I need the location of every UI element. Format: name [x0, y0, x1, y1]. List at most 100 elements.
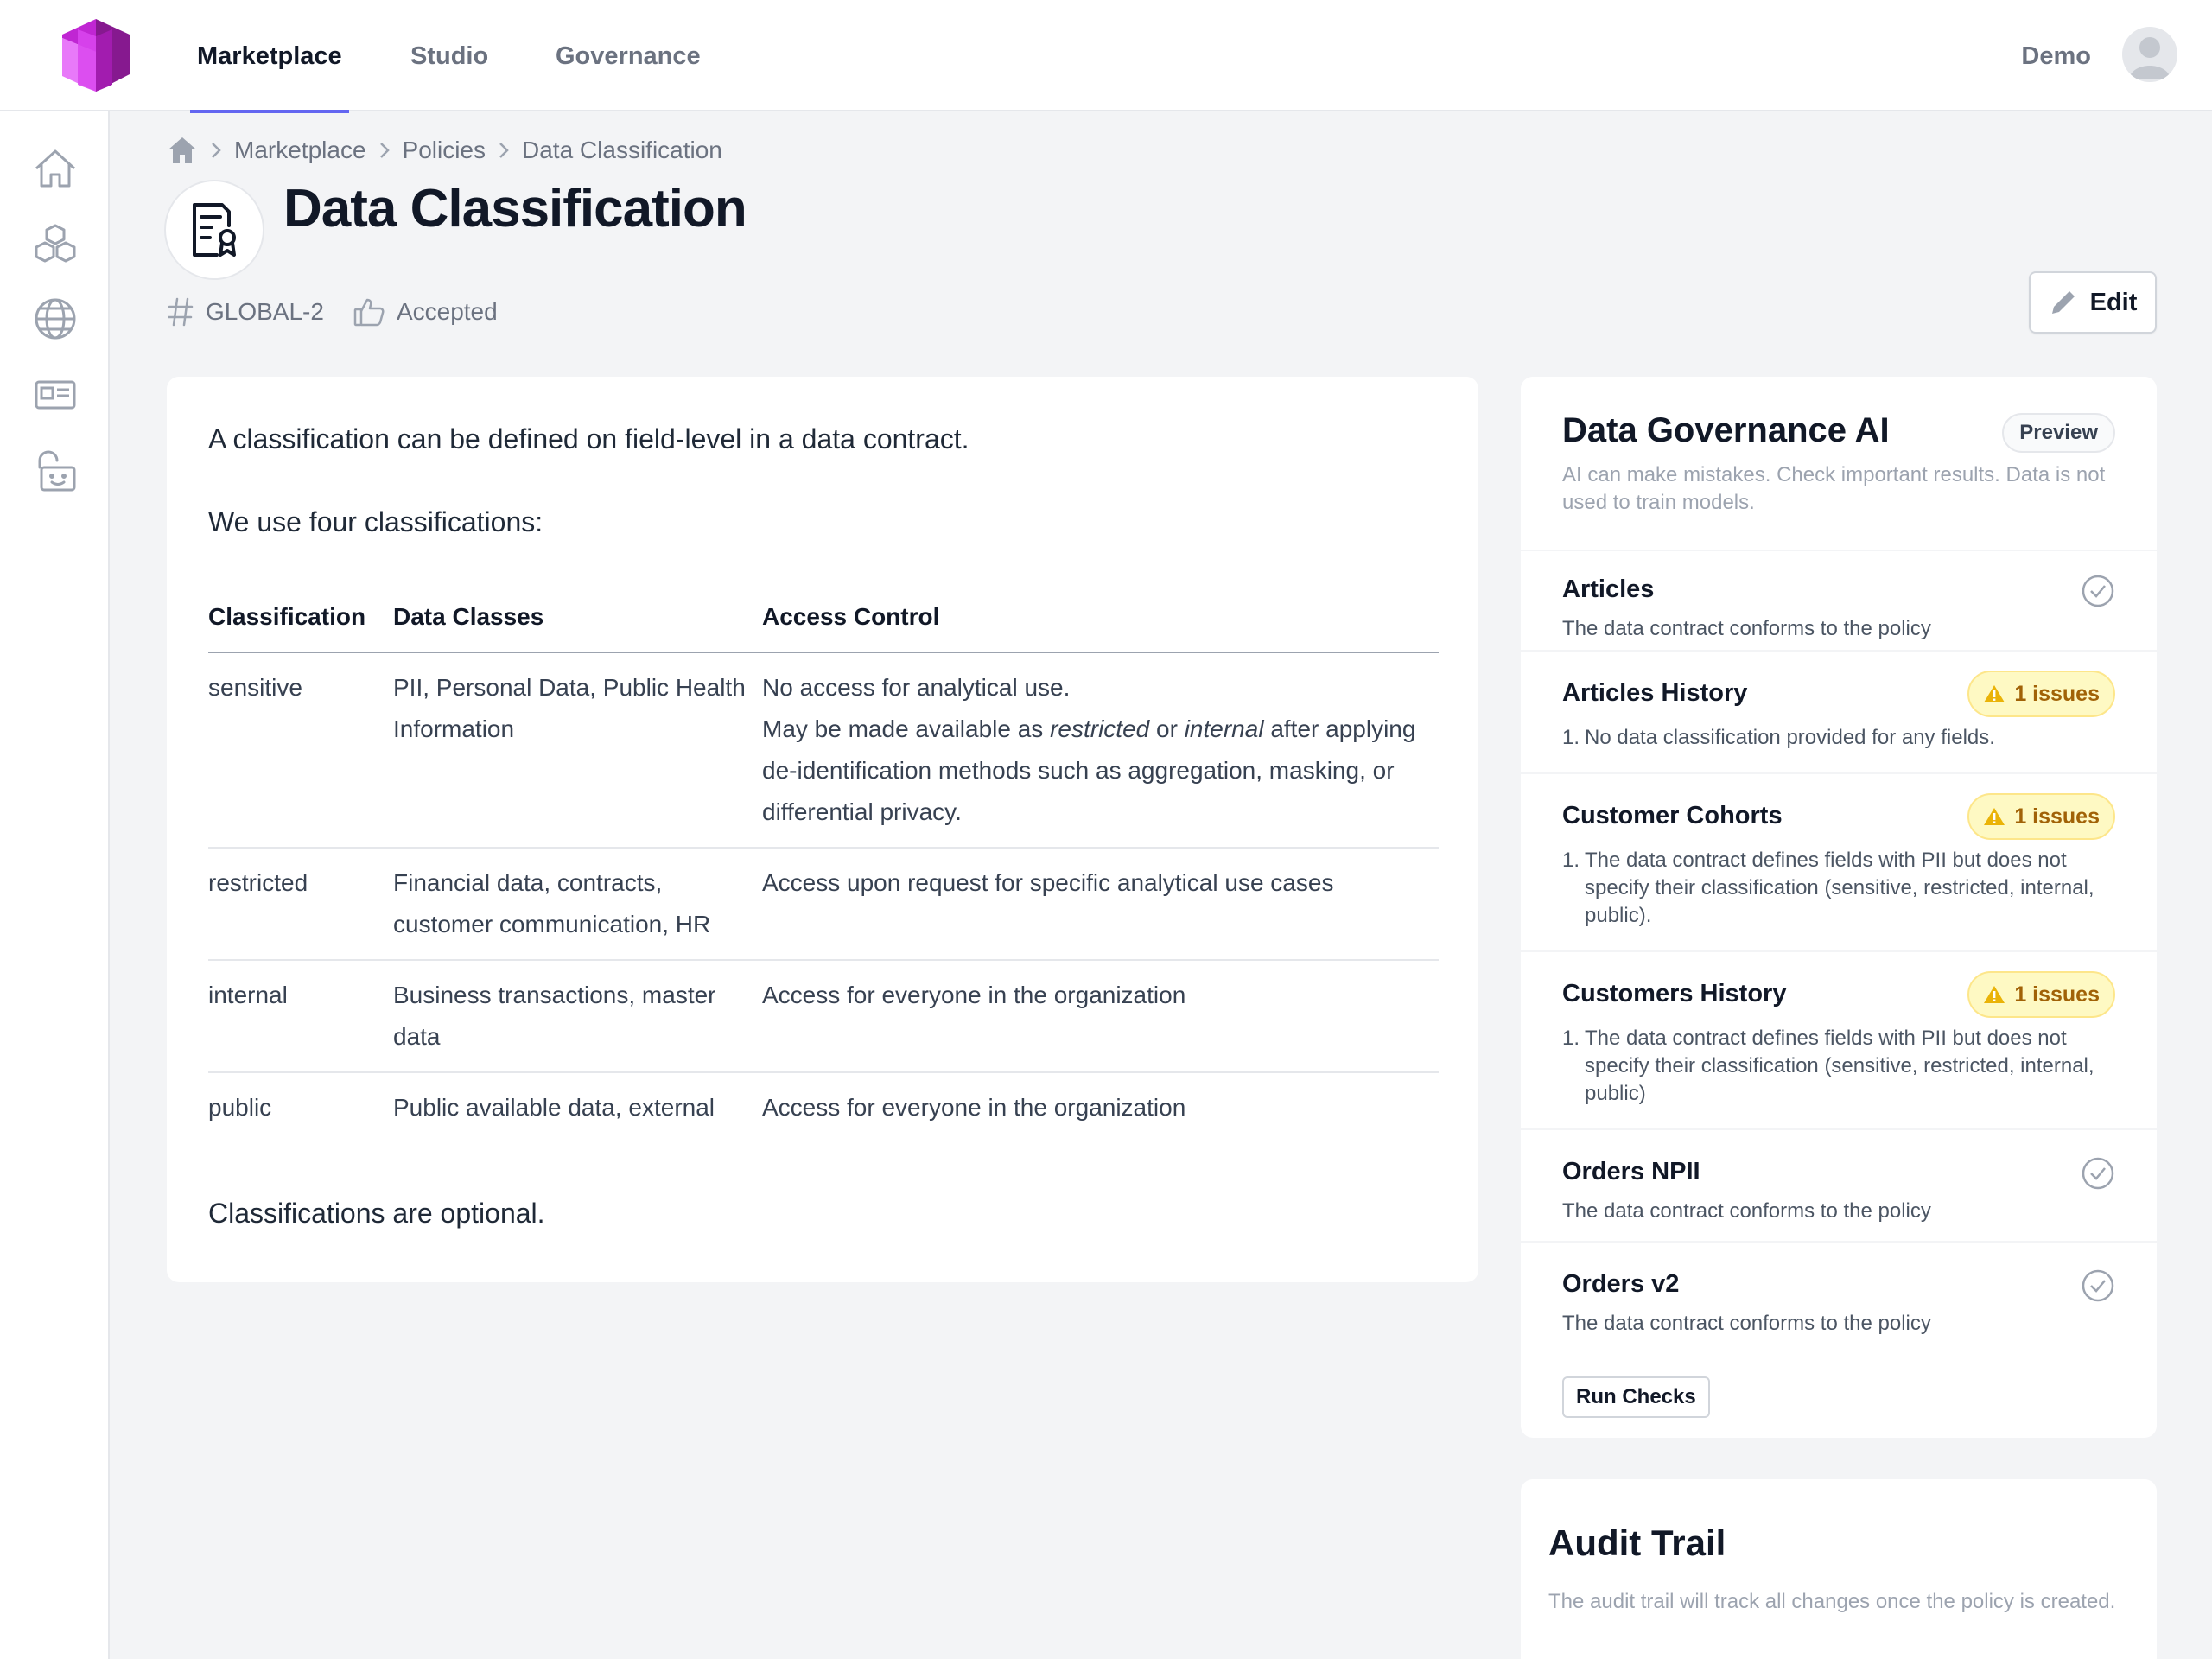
- home-icon[interactable]: [31, 144, 79, 193]
- cell-access-control: Access for everyone in the organization: [762, 982, 1186, 1008]
- tab-marketplace[interactable]: Marketplace: [190, 0, 349, 113]
- contract-name[interactable]: Articles: [1562, 575, 1654, 604]
- policy-footer-note: Classifications are optional.: [208, 1198, 545, 1229]
- contract-result: The data contract conforms to the policy: [1562, 1199, 1931, 1223]
- pencil-icon: [2051, 291, 2075, 314]
- contract-name[interactable]: Orders v2: [1562, 1270, 1679, 1299]
- issue-text: The data contract defines fields with PI…: [1585, 849, 2094, 927]
- issue-item: 1. No data classification provided for an…: [1562, 724, 2124, 752]
- breadcrumb: Marketplace Policies Data Classification: [167, 131, 722, 169]
- cell-access-control: Access for everyone in the organization: [762, 1094, 1186, 1121]
- issues-badge-label: 1 issues: [2014, 982, 2100, 1007]
- table-row: public Public available data, external A…: [208, 1073, 1439, 1142]
- edit-button-label: Edit: [2089, 288, 2138, 316]
- issues-badge: 1 issues: [1967, 671, 2115, 717]
- cell-access-control: Access upon request for specific analyti…: [762, 869, 1334, 896]
- policy-intro: A classification can be defined on field…: [208, 423, 969, 454]
- issue-text: The data contract defines fields with PI…: [1585, 1027, 2094, 1105]
- breadcrumb-marketplace[interactable]: Marketplace: [234, 137, 366, 164]
- tab-studio[interactable]: Studio: [410, 0, 488, 111]
- contract-name[interactable]: Customers History: [1562, 980, 1786, 1008]
- check-circle-icon: [2082, 1269, 2114, 1302]
- audit-trail-description: The audit trail will track all changes o…: [1548, 1590, 2116, 1613]
- globe-icon[interactable]: [31, 295, 79, 343]
- issues-badge-label: 1 issues: [2014, 681, 2100, 706]
- check-circle-icon: [2082, 1157, 2114, 1190]
- chevron-right-icon: [378, 141, 391, 160]
- table-header: Classification Data Classes Access Contr…: [208, 582, 1439, 653]
- header-data-classes: Data Classes: [393, 603, 544, 630]
- audit-trail-title: Audit Trail: [1548, 1522, 1726, 1563]
- user-name[interactable]: Demo: [2021, 0, 2091, 111]
- access-emphasis: restricted: [1050, 715, 1150, 742]
- table-row: sensitive PII, Personal Data, Public Hea…: [208, 653, 1439, 849]
- policy-lead: We use four classifications:: [208, 506, 543, 537]
- issue-item: 1. The data contract defines fields with …: [1562, 847, 2124, 930]
- chevron-right-icon: [210, 141, 222, 160]
- run-checks-button[interactable]: Run Checks: [1562, 1376, 1710, 1418]
- warning-icon: [1984, 685, 2005, 702]
- contract-check-item[interactable]: Orders NPII The data contract conforms t…: [1521, 1128, 2157, 1241]
- contract-name[interactable]: Articles History: [1562, 679, 1747, 708]
- home-icon[interactable]: [167, 136, 198, 165]
- sidebar: [0, 111, 110, 1659]
- cell-classification: sensitive: [208, 674, 302, 701]
- contract-result: The data contract conforms to the policy: [1562, 617, 1931, 640]
- check-circle-icon: [2082, 575, 2114, 607]
- access-text: May be made available as: [762, 715, 1044, 742]
- issues-badge: 1 issues: [1967, 971, 2115, 1018]
- top-navbar: Marketplace Studio Governance Demo: [0, 0, 2212, 113]
- thumbs-up-icon: [353, 298, 385, 327]
- page-title: Data Classification: [283, 179, 747, 238]
- contract-name[interactable]: Customer Cohorts: [1562, 802, 1783, 830]
- contract-check-item[interactable]: Customer Cohorts 1 issues 1. The data con…: [1521, 772, 2157, 950]
- cubes-icon[interactable]: [31, 220, 79, 269]
- audit-trail-card: Audit Trail The audit trail will track a…: [1521, 1479, 2157, 1659]
- access-line: May be made available as restricted or i…: [762, 709, 1439, 833]
- ai-disclaimer: AI can make mistakes. Check important re…: [1562, 463, 2106, 514]
- hash-icon: [168, 297, 194, 327]
- status-badge: Accepted: [396, 298, 498, 325]
- breadcrumb-current[interactable]: Data Classification: [522, 137, 722, 164]
- access-emphasis: internal: [1184, 715, 1264, 742]
- header-classification: Classification: [208, 603, 366, 630]
- table-row: restricted Financial data, contracts, cu…: [208, 849, 1439, 961]
- issue-text: No data classification provided for any …: [1585, 726, 1995, 749]
- access-line: No access for analytical use.: [762, 674, 1071, 701]
- access-text: or: [1156, 715, 1178, 742]
- app-logo[interactable]: [60, 17, 131, 93]
- cell-classification: public: [208, 1094, 272, 1121]
- cell-data-classes: Business transactions, master data: [393, 982, 716, 1050]
- cell-data-classes: PII, Personal Data, Public Health Inform…: [393, 674, 746, 742]
- cell-classification: restricted: [208, 869, 308, 896]
- issues-badge: 1 issues: [1967, 793, 2115, 840]
- policy-document-icon: [164, 180, 264, 280]
- table-row: internal Business transactions, master d…: [208, 961, 1439, 1073]
- cell-data-classes: Public available data, external: [393, 1094, 715, 1121]
- contract-check-item[interactable]: Articles History 1 issues 1. No data clas…: [1521, 650, 2157, 772]
- cell-classification: internal: [208, 982, 288, 1008]
- chevron-right-icon: [498, 141, 510, 160]
- policy-description-card: A classification can be defined on field…: [167, 377, 1478, 1282]
- policy-meta: GLOBAL-2 Accepted: [168, 297, 527, 327]
- issue-item: 1. The data contract defines fields with …: [1562, 1025, 2124, 1108]
- contract-check-item[interactable]: Customers History 1 issues 1. The data co…: [1521, 950, 2157, 1128]
- header-access-control: Access Control: [762, 603, 940, 630]
- warning-icon: [1984, 986, 2005, 1003]
- cell-access-control: No access for analytical use. May be mad…: [762, 667, 1439, 833]
- classification-table: Classification Data Classes Access Contr…: [208, 582, 1439, 1142]
- avatar[interactable]: [2122, 27, 2177, 82]
- governance-ai-panel: Data Governance AI Preview AI can make m…: [1521, 377, 2157, 1438]
- contract-check-item[interactable]: Orders v2 The data contract conforms to …: [1521, 1241, 2157, 1353]
- breadcrumb-policies[interactable]: Policies: [403, 137, 486, 164]
- cell-data-classes: Financial data, contracts, customer comm…: [393, 869, 711, 938]
- tab-governance[interactable]: Governance: [556, 0, 701, 111]
- policy-id: GLOBAL-2: [206, 298, 324, 325]
- contract-name[interactable]: Orders NPII: [1562, 1158, 1700, 1186]
- issues-badge-label: 1 issues: [2014, 804, 2100, 829]
- unlock-icon[interactable]: [31, 447, 79, 495]
- ai-panel-title: Data Governance AI: [1562, 411, 1890, 449]
- edit-button[interactable]: Edit: [2029, 271, 2157, 334]
- id-card-icon[interactable]: [31, 371, 79, 419]
- contract-check-item[interactable]: Articles The data contract conforms to t…: [1521, 550, 2157, 650]
